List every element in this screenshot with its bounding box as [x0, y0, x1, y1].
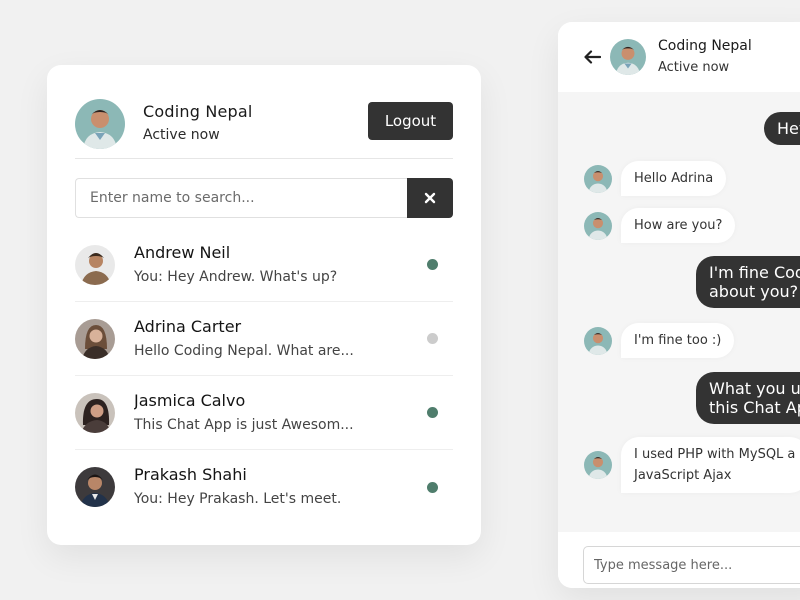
message-input[interactable] [583, 546, 800, 584]
user-name: Andrew Neil [134, 242, 231, 262]
chat-contact-status: Active now [658, 60, 730, 75]
chat-header: Coding Nepal Active now [558, 22, 800, 92]
chat-messages: Hey Hello Adrina How are you? I'm fine C… [558, 92, 800, 532]
incoming-message: I'm fine too :) [584, 323, 735, 358]
avatar [75, 318, 115, 359]
user-last-message: You: Hey Prakash. Let's meet. [134, 491, 342, 507]
search-close-button[interactable] [407, 178, 453, 218]
avatar [75, 244, 115, 285]
user-name: Prakash Shahi [134, 465, 247, 484]
user-last-message: You: Hey Andrew. What's up? [134, 268, 338, 285]
user-item-andrew-neil[interactable]: Andrew Neil You: Hey Andrew. What's up? [75, 228, 453, 302]
search-input[interactable] [75, 178, 407, 218]
online-status-dot [427, 481, 438, 493]
avatar [584, 451, 612, 479]
avatar [75, 467, 115, 507]
outgoing-message: What you use this Chat App [696, 372, 800, 424]
online-status-dot [427, 407, 438, 418]
current-user-name: Coding Nepal [143, 102, 253, 121]
close-icon [424, 192, 436, 204]
outgoing-message: Hey [764, 112, 800, 145]
avatar [610, 39, 646, 75]
online-status-dot [427, 259, 438, 270]
users-panel: Coding Nepal Active now Logout Andrew Ne… [47, 65, 481, 545]
avatar [584, 164, 612, 193]
avatar [75, 98, 125, 149]
user-item-jasmica-calvo[interactable]: Jasmica Calvo This Chat App is just Awes… [75, 376, 453, 450]
incoming-message: How are you? [584, 208, 736, 243]
user-name: Adrina Carter [134, 316, 242, 336]
avatar [584, 211, 612, 240]
typing-area [558, 532, 800, 588]
search-bar [75, 178, 453, 218]
offline-status-dot [427, 333, 438, 344]
user-last-message: Hello Coding Nepal. What are... [134, 342, 354, 359]
avatar [584, 326, 612, 355]
logout-button[interactable]: Logout [368, 101, 453, 140]
current-user-status: Active now [143, 127, 220, 143]
user-last-message: This Chat App is just Awesom... [134, 416, 354, 433]
incoming-message: I used PHP with MySQL a JavaScript Ajax [584, 437, 800, 493]
back-button[interactable] [582, 47, 602, 67]
user-list: Andrew Neil You: Hey Andrew. What's up? … [75, 228, 453, 524]
users-header: Coding Nepal Active now Logout [75, 89, 453, 159]
chat-panel: Coding Nepal Active now Hey Hello Adrina [558, 22, 800, 588]
outgoing-message: I'm fine Codin about you? [696, 256, 800, 308]
chat-contact-name: Coding Nepal [658, 38, 752, 54]
incoming-message: Hello Adrina [584, 161, 727, 196]
user-name: Jasmica Calvo [134, 390, 246, 410]
avatar [75, 392, 115, 433]
arrow-left-icon [583, 50, 601, 64]
stage: Coding Nepal Active now Logout Andrew Ne… [0, 0, 800, 600]
user-item-adrina-carter[interactable]: Adrina Carter Hello Coding Nepal. What a… [75, 302, 453, 376]
user-item-prakash-shahi[interactable]: Prakash Shahi You: Hey Prakash. Let's me… [75, 450, 453, 524]
